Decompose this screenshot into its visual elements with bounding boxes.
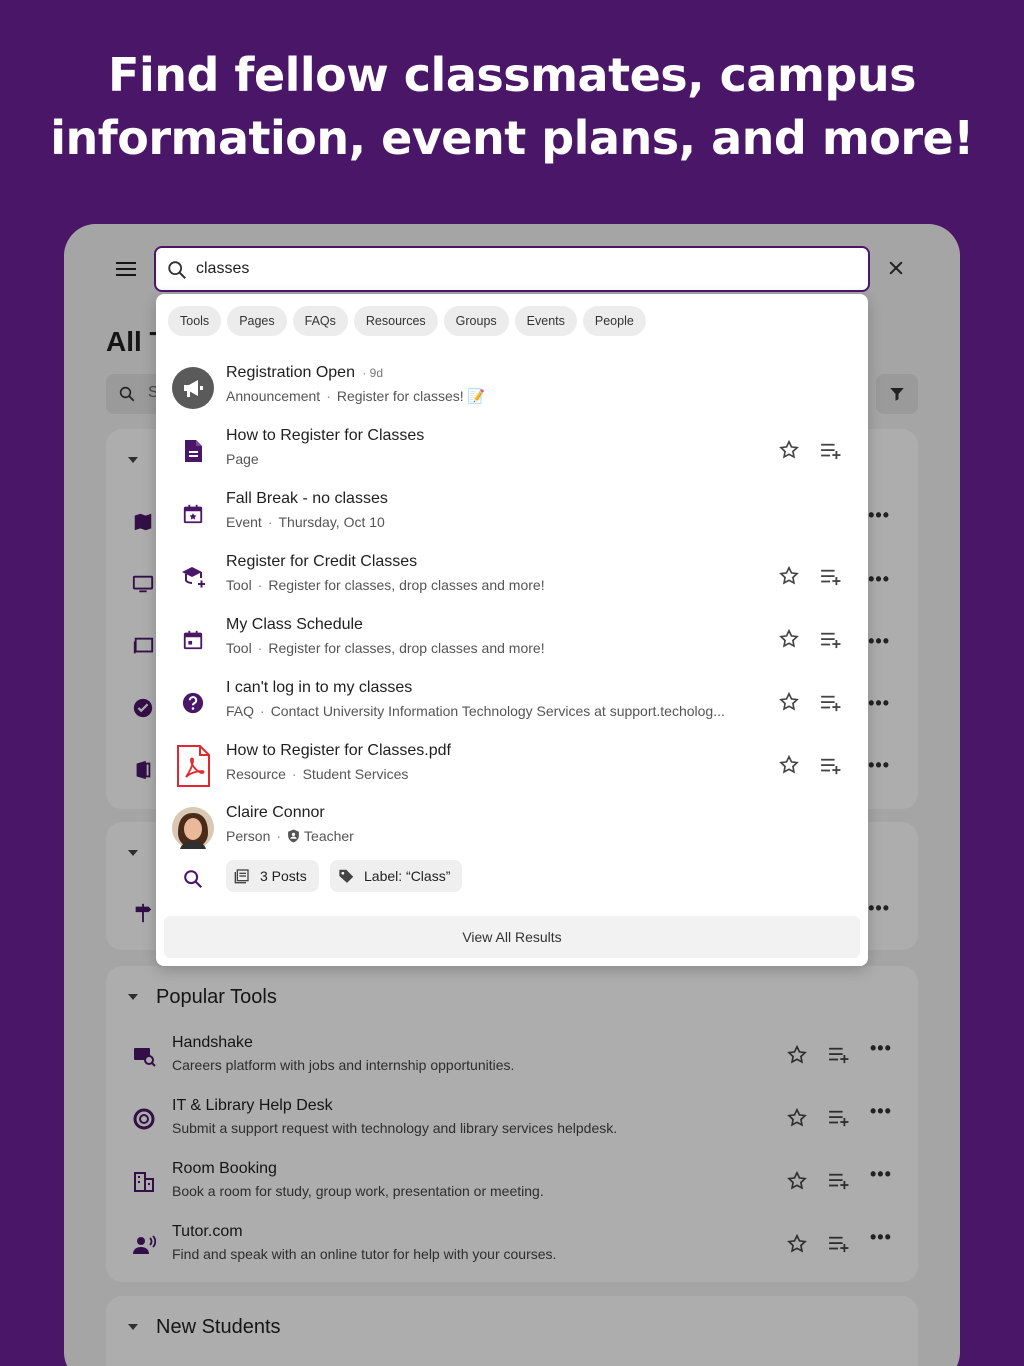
- headline-line-2: information, event plans, and more!: [50, 111, 974, 165]
- result-type: Page: [226, 451, 259, 467]
- search-bar[interactable]: [154, 246, 870, 292]
- result-title: Register for Credit Classes: [226, 553, 418, 570]
- result-detail: Teacher: [304, 828, 354, 844]
- result-age: 9d: [369, 366, 383, 380]
- result-title: Claire Connor: [226, 804, 325, 821]
- avatar: [172, 807, 214, 849]
- megaphone-icon: [172, 367, 214, 409]
- add-to-list-icon[interactable]: [820, 757, 842, 775]
- result-type: Resource: [226, 766, 286, 782]
- search-icon: [184, 870, 203, 889]
- filter-chip-faqs[interactable]: FAQs: [292, 306, 348, 336]
- star-icon[interactable]: [778, 691, 800, 713]
- result-type: Announcement: [226, 388, 321, 404]
- result-detail: Student Services: [302, 766, 409, 782]
- search-result[interactable]: My Class Schedule Tool · Register for clas…: [156, 610, 868, 672]
- shield-person-icon: [288, 829, 299, 843]
- result-type: Person: [226, 828, 271, 844]
- search-icon: [168, 261, 186, 279]
- result-type: FAQ: [226, 703, 255, 719]
- search-result[interactable]: Registration Open · 9d Announcement · Regi…: [156, 358, 868, 420]
- label-pill-label: Label: “Class”: [364, 868, 451, 884]
- search-result[interactable]: Claire Connor Person · Teacher: [156, 798, 868, 860]
- result-detail: Contact University Information Technolog…: [270, 703, 725, 719]
- search-input[interactable]: [196, 256, 796, 282]
- related-filters-row: 3 Posts Label: “Class”: [156, 860, 868, 896]
- result-type: Tool: [226, 640, 252, 656]
- search-result[interactable]: How to Register for Classes.pdf Resource…: [156, 736, 868, 798]
- headline-line-1: Find fellow classmates, campus: [108, 48, 916, 102]
- filter-chip-resources[interactable]: Resources: [353, 306, 438, 336]
- search-result[interactable]: Register for Credit Classes Tool · Registe…: [156, 547, 868, 609]
- add-to-list-icon[interactable]: [820, 568, 842, 586]
- add-to-list-icon[interactable]: [820, 442, 842, 460]
- filter-chip-tools[interactable]: Tools: [168, 306, 222, 336]
- filter-chip-events[interactable]: Events: [514, 306, 577, 336]
- result-title: How to Register for Classes: [226, 427, 425, 444]
- result-detail: Register for classes! 📝: [336, 388, 486, 404]
- page-icon: [172, 430, 214, 472]
- view-all-results-button[interactable]: View All Results: [164, 916, 860, 958]
- search-result[interactable]: Fall Break - no classes Event · Thursday, …: [156, 484, 868, 546]
- question-icon: [172, 682, 214, 724]
- search-result[interactable]: I can't log in to my classes FAQ · Contact…: [156, 673, 868, 735]
- result-title: Registration Open: [226, 364, 355, 381]
- result-title: I can't log in to my classes: [226, 679, 413, 696]
- result-type: Event: [226, 514, 262, 530]
- pdf-icon: [172, 745, 214, 787]
- star-icon[interactable]: [778, 439, 800, 461]
- star-icon[interactable]: [778, 628, 800, 650]
- add-to-list-icon[interactable]: [820, 694, 842, 712]
- headline: Find fellow classmates, campus informati…: [0, 44, 1024, 170]
- filter-chips: Tools Pages FAQs Resources Groups Events…: [168, 306, 646, 336]
- search-result[interactable]: How to Register for Classes Page: [156, 421, 868, 483]
- result-title: My Class Schedule: [226, 616, 363, 633]
- posts-pill[interactable]: 3 Posts: [226, 860, 319, 892]
- graduation-cap-icon: [172, 556, 214, 598]
- add-to-list-icon[interactable]: [820, 631, 842, 649]
- filter-chip-groups[interactable]: Groups: [443, 306, 509, 336]
- close-icon[interactable]: [886, 258, 906, 278]
- tag-icon: [339, 869, 354, 883]
- result-detail: Register for classes, drop classes and m…: [268, 640, 545, 656]
- result-title: Fall Break - no classes: [226, 490, 388, 507]
- device-screen: All T S ••• ••• ••• ••• ••• ••• Popular …: [64, 224, 960, 1366]
- posts-icon: [234, 869, 249, 884]
- star-icon[interactable]: [778, 565, 800, 587]
- result-detail: Thursday, Oct 10: [278, 514, 385, 530]
- filter-chip-people[interactable]: People: [582, 306, 646, 336]
- event-icon: [172, 493, 214, 535]
- result-title: How to Register for Classes.pdf: [226, 742, 451, 759]
- calendar-icon: [172, 619, 214, 661]
- posts-pill-label: 3 Posts: [260, 868, 307, 884]
- search-results-dropdown: Tools Pages FAQs Resources Groups Events…: [156, 294, 868, 966]
- result-type: Tool: [226, 577, 252, 593]
- label-pill[interactable]: Label: “Class”: [330, 860, 463, 892]
- result-detail: Register for classes, drop classes and m…: [268, 577, 545, 593]
- filter-chip-pages[interactable]: Pages: [227, 306, 287, 336]
- star-icon[interactable]: [778, 754, 800, 776]
